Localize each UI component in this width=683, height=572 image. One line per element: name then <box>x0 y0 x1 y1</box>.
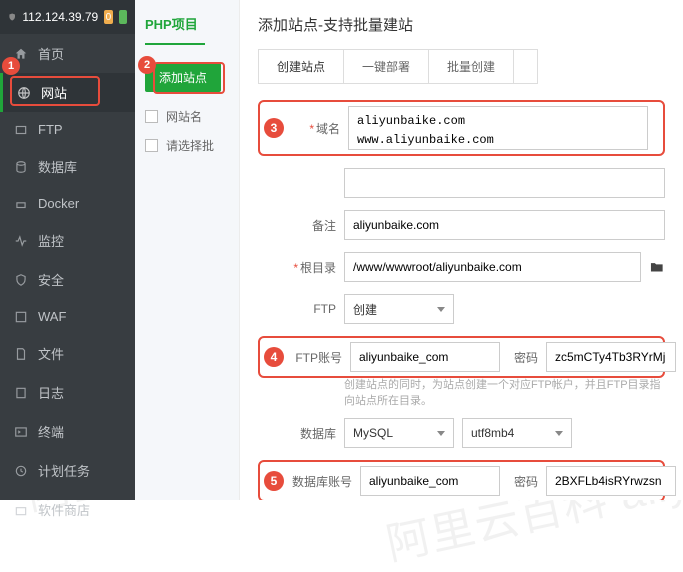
annotation-marker-1: 1 <box>2 57 20 75</box>
nav-ftp[interactable]: FTP <box>0 112 135 147</box>
notif-badge[interactable]: 0 <box>104 10 112 24</box>
label-ftp-pwd: 密码 <box>508 349 538 366</box>
ftp-icon <box>14 123 28 137</box>
chevron-down-icon <box>437 307 445 312</box>
label-root: *根目录 <box>258 259 336 276</box>
ftp-pwd-input[interactable] <box>546 342 676 372</box>
label-ftp: FTP <box>258 302 336 316</box>
remark-input[interactable] <box>344 210 665 240</box>
placeholder-text: 请选择批 <box>166 137 214 154</box>
add-site-button[interactable]: 添加站点 <box>145 63 221 92</box>
db-engine-select[interactable]: MySQL <box>344 418 454 448</box>
file-icon <box>14 347 28 361</box>
ftp-select[interactable]: 创建 <box>344 294 454 324</box>
nav-docker[interactable]: Docker <box>0 186 135 221</box>
add-site-modal: 添加站点-支持批量建站 创建站点 一键部署 批量创建 3 *域名 aliyunb… <box>240 0 683 500</box>
waf-icon <box>14 310 28 324</box>
log-icon <box>14 386 28 400</box>
site-list-panel: PHP项目 添加站点 网站名 请选择批 <box>135 0 240 500</box>
annotation-marker-4: 4 <box>264 347 284 367</box>
sidebar: 112.124.39.79 0 首页 网站 FTP 数据库 Docker 监控 … <box>0 0 135 500</box>
annotation-marker-3: 3 <box>264 118 284 138</box>
nav-home[interactable]: 首页 <box>0 34 135 73</box>
terminal-icon <box>14 425 28 439</box>
tab-batch[interactable]: 批量创建 <box>429 50 514 83</box>
chevron-down-icon <box>555 431 563 436</box>
row-checkbox[interactable] <box>145 139 158 152</box>
label-db-account: 数据库账号 <box>292 473 352 490</box>
nav-db[interactable]: 数据库 <box>0 147 135 186</box>
nav-monitor[interactable]: 监控 <box>0 221 135 260</box>
shield-icon <box>8 10 16 24</box>
modal-tabs: 创建站点 一键部署 批量创建 <box>258 49 538 84</box>
select-all-checkbox[interactable] <box>145 110 158 123</box>
annotation-box-4: 4 FTP账号 密码 <box>258 336 665 378</box>
ip-address: 112.124.39.79 <box>22 10 98 24</box>
label-db-pwd: 密码 <box>508 473 538 490</box>
table-row: 请选择批 <box>145 131 229 160</box>
modal-title: 添加站点-支持批量建站 <box>258 14 665 35</box>
ftp-account-input[interactable] <box>350 342 500 372</box>
tab-deploy[interactable]: 一键部署 <box>344 50 429 83</box>
annotation-box-3: 3 *域名 aliyunbaike.com www.aliyunbaike.co… <box>258 100 665 156</box>
root-input[interactable] <box>344 252 641 282</box>
chevron-down-icon <box>437 431 445 436</box>
table-header: 网站名 <box>145 102 229 131</box>
db-charset-select[interactable]: utf8mb4 <box>462 418 572 448</box>
db-icon <box>14 160 28 174</box>
ftp-hint: 创建站点的同时，为站点创建一个对应FTP帐户，并且FTP目录指向站点所在目录。 <box>344 376 665 408</box>
th-sitename: 网站名 <box>166 108 202 125</box>
store-icon <box>14 503 28 517</box>
nav-file[interactable]: 文件 <box>0 334 135 373</box>
globe-icon <box>17 86 31 100</box>
folder-icon[interactable] <box>649 259 665 275</box>
docker-icon <box>14 197 28 211</box>
db-account-input[interactable] <box>360 466 500 496</box>
annotation-marker-5: 5 <box>264 471 284 491</box>
nav-store[interactable]: 软件商店 <box>0 490 135 529</box>
annotation-box-5: 5 数据库账号 密码 <box>258 460 665 500</box>
annotation-marker-2: 2 <box>138 56 156 74</box>
php-project-tab[interactable]: PHP项目 <box>145 10 205 45</box>
label-remark: 备注 <box>258 217 336 234</box>
label-domain: *域名 <box>292 120 340 137</box>
db-pwd-input[interactable] <box>546 466 676 496</box>
extra-input[interactable] <box>344 168 665 198</box>
domain-input[interactable]: aliyunbaike.com www.aliyunbaike.com <box>348 106 648 150</box>
nav-waf[interactable]: WAF <box>0 299 135 334</box>
label-ftp-account: FTP账号 <box>292 349 342 366</box>
nav-cron[interactable]: 计划任务 <box>0 451 135 490</box>
nav-site[interactable]: 网站 <box>0 73 135 112</box>
clock-icon <box>14 464 28 478</box>
nav-terminal[interactable]: 终端 <box>0 412 135 451</box>
status-badge[interactable] <box>119 10 127 24</box>
shield-icon <box>14 273 28 287</box>
nav-security[interactable]: 安全 <box>0 260 135 299</box>
label-db: 数据库 <box>258 425 336 442</box>
monitor-icon <box>14 234 28 248</box>
sidebar-header: 112.124.39.79 0 <box>0 0 135 34</box>
tab-create[interactable]: 创建站点 <box>259 50 344 83</box>
nav-log[interactable]: 日志 <box>0 373 135 412</box>
